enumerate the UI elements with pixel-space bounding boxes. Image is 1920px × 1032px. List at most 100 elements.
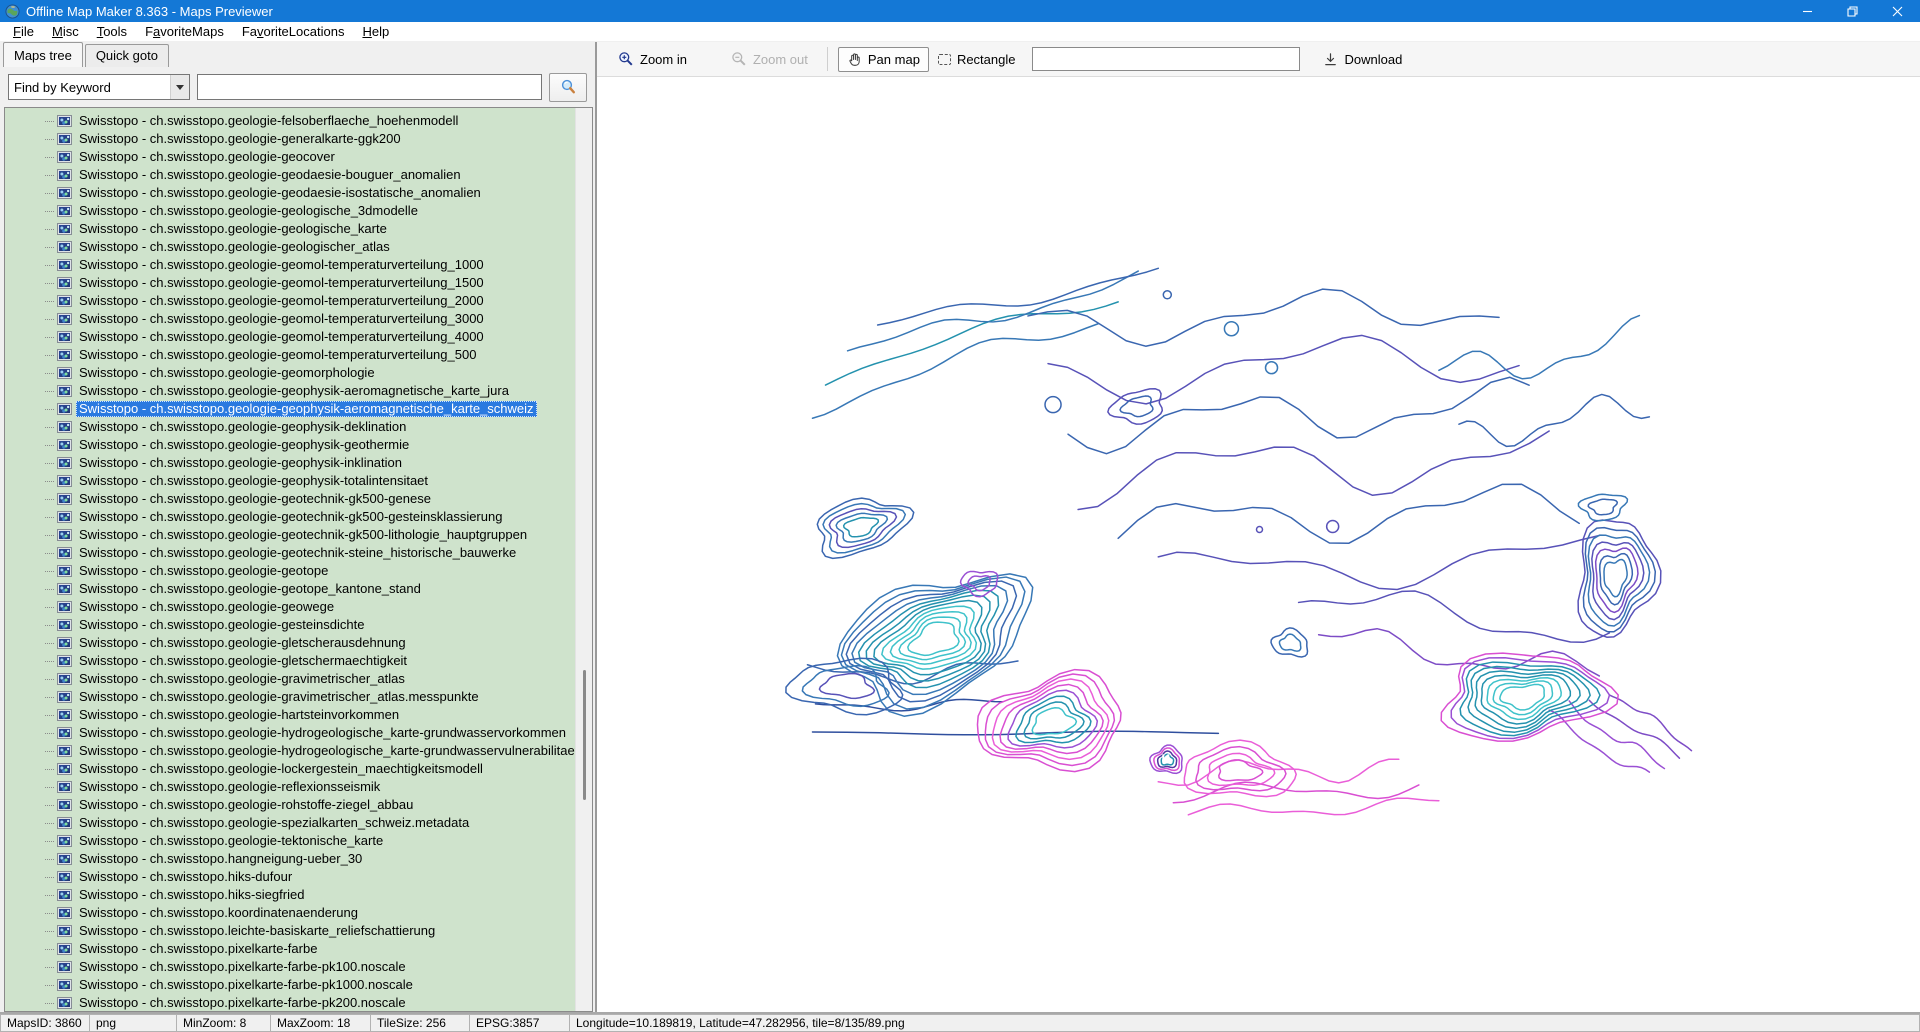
zoom-out-button[interactable]: Zoom out (722, 46, 817, 72)
tree-item[interactable]: Swisstopo - ch.swisstopo.geologie-geoweg… (5, 598, 592, 616)
tree-connector (45, 877, 54, 878)
map-viewport[interactable] (597, 77, 1920, 1012)
tree-item[interactable]: Swisstopo - ch.swisstopo.geologie-hartst… (5, 706, 592, 724)
tree-item[interactable]: Swisstopo - ch.swisstopo.geologie-gletsc… (5, 634, 592, 652)
tree-item[interactable]: Swisstopo - ch.swisstopo.geologie-geomol… (5, 274, 592, 292)
zoom-in-button[interactable]: Zoom in (609, 46, 696, 72)
tree-item-label: Swisstopo - ch.swisstopo.geologie-tekton… (76, 833, 386, 849)
menu-favoritelocations[interactable]: FavoriteLocations (233, 23, 354, 40)
tree-item[interactable]: Swisstopo - ch.swisstopo.geologie-geophy… (5, 400, 592, 418)
tree-item[interactable]: Swisstopo - ch.swisstopo.geologie-gestei… (5, 616, 592, 634)
map-layer-icon (57, 421, 72, 433)
tree-item[interactable]: Swisstopo - ch.swisstopo.geologie-geolog… (5, 238, 592, 256)
tree-item[interactable]: Swisstopo - ch.swisstopo.geologie-geotec… (5, 508, 592, 526)
tree-item[interactable]: Swisstopo - ch.swisstopo.geologie-hydrog… (5, 724, 592, 742)
minimize-button[interactable] (1785, 0, 1830, 22)
menu-help[interactable]: Help (353, 23, 398, 40)
menu-misc[interactable]: Misc (43, 23, 88, 40)
map-layer-icon (57, 565, 72, 577)
menu-file[interactable]: File (4, 23, 43, 40)
app-window: Offline Map Maker 8.363 - Maps Previewer… (0, 0, 1920, 1032)
tree-item[interactable]: Swisstopo - ch.swisstopo.geologie-geophy… (5, 418, 592, 436)
tree-item[interactable]: Swisstopo - ch.swisstopo.pixelkarte-farb… (5, 958, 592, 976)
map-layer-icon (57, 979, 72, 991)
map-layer-icon (57, 223, 72, 235)
tree-item[interactable]: Swisstopo - ch.swisstopo.koordinatenaend… (5, 904, 592, 922)
tree-item[interactable]: Swisstopo - ch.swisstopo.hangneigung-ueb… (5, 850, 592, 868)
tree-item[interactable]: Swisstopo - ch.swisstopo.geologie-locker… (5, 760, 592, 778)
map-layer-icon (57, 655, 72, 667)
tree-item[interactable]: Swisstopo - ch.swisstopo.geologie-geophy… (5, 454, 592, 472)
rectangle-label: Rectangle (957, 52, 1016, 67)
tree-item[interactable]: Swisstopo - ch.swisstopo.geologie-gravim… (5, 670, 592, 688)
tree-item-label: Swisstopo - ch.swisstopo.geologie-geolog… (76, 239, 393, 255)
tree-connector (45, 967, 54, 968)
close-button[interactable] (1875, 0, 1920, 22)
menu-favoritemaps[interactable]: FavoriteMaps (136, 23, 233, 40)
tab-quick-goto[interactable]: Quick goto (85, 44, 169, 67)
toolbar-input[interactable] (1032, 47, 1300, 71)
tree-item[interactable]: Swisstopo - ch.swisstopo.geologie-spezia… (5, 814, 592, 832)
tab-maps-tree[interactable]: Maps tree (3, 42, 83, 67)
search-input[interactable] (197, 74, 542, 100)
tree-item[interactable]: Swisstopo - ch.swisstopo.pixelkarte-farb… (5, 976, 592, 994)
tree-scrollbar-thumb[interactable] (583, 670, 586, 800)
tree-item[interactable]: Swisstopo - ch.swisstopo.pixelkarte-farb… (5, 994, 592, 1012)
tree-item[interactable]: Swisstopo - ch.swisstopo.geologie-geomol… (5, 256, 592, 274)
map-layer-icon (57, 997, 72, 1009)
tree-connector (45, 643, 54, 644)
rectangle-button[interactable]: Rectangle (929, 47, 1025, 72)
tree-item[interactable]: Swisstopo - ch.swisstopo.geologie-geotop… (5, 562, 592, 580)
tree-item[interactable]: Swisstopo - ch.swisstopo.geologie-reflex… (5, 778, 592, 796)
tree-item[interactable]: Swisstopo - ch.swisstopo.geologie-genera… (5, 130, 592, 148)
tree-item[interactable]: Swisstopo - ch.swisstopo.hiks-siegfried (5, 886, 592, 904)
tree-item[interactable]: Swisstopo - ch.swisstopo.geologie-geotec… (5, 490, 592, 508)
tree-item-label: Swisstopo - ch.swisstopo.hangneigung-ueb… (76, 851, 365, 867)
tree-item[interactable]: Swisstopo - ch.swisstopo.geologie-gletsc… (5, 652, 592, 670)
tree-item[interactable]: Swisstopo - ch.swisstopo.geologie-hydrog… (5, 742, 592, 760)
restore-button[interactable] (1830, 0, 1875, 22)
tree-connector (45, 445, 54, 446)
tree-item-label: Swisstopo - ch.swisstopo.geologie-hartst… (76, 707, 402, 723)
tree-item[interactable]: Swisstopo - ch.swisstopo.pixelkarte-farb… (5, 940, 592, 958)
tree-item[interactable]: Swisstopo - ch.swisstopo.geologie-geomol… (5, 292, 592, 310)
tree-item[interactable]: Swisstopo - ch.swisstopo.geologie-felsob… (5, 112, 592, 130)
tree-item[interactable]: Swisstopo - ch.swisstopo.geologie-geolog… (5, 220, 592, 238)
tree-item[interactable]: Swisstopo - ch.swisstopo.geologie-geotec… (5, 526, 592, 544)
find-mode-select[interactable]: Find by Keyword (8, 74, 190, 100)
tree-item[interactable]: Swisstopo - ch.swisstopo.geologie-geomol… (5, 328, 592, 346)
tree-item[interactable]: Swisstopo - ch.swisstopo.geologie-gravim… (5, 688, 592, 706)
tree-item[interactable]: Swisstopo - ch.swisstopo.geologie-geotop… (5, 580, 592, 598)
map-layer-icon (57, 151, 72, 163)
tree-item[interactable]: Swisstopo - ch.swisstopo.geologie-geolog… (5, 202, 592, 220)
tree-connector (45, 589, 54, 590)
tree-item-label: Swisstopo - ch.swisstopo.geologie-gravim… (76, 689, 482, 705)
tree-item[interactable]: Swisstopo - ch.swisstopo.geologie-geomor… (5, 364, 592, 382)
tree-item[interactable]: Swisstopo - ch.swisstopo.geologie-geophy… (5, 382, 592, 400)
tree-item[interactable]: Swisstopo - ch.swisstopo.geologie-tekton… (5, 832, 592, 850)
tree-item[interactable]: Swisstopo - ch.swisstopo.geologie-rohsto… (5, 796, 592, 814)
tree-scrollbar[interactable] (575, 108, 592, 1011)
map-layer-icon (57, 295, 72, 307)
tree-item[interactable]: Swisstopo - ch.swisstopo.geologie-geotec… (5, 544, 592, 562)
tree-item[interactable]: Swisstopo - ch.swisstopo.hiks-dufour (5, 868, 592, 886)
tree-item[interactable]: Swisstopo - ch.swisstopo.geologie-geophy… (5, 436, 592, 454)
tree-item[interactable]: Swisstopo - ch.swisstopo.geologie-geocov… (5, 148, 592, 166)
tree-connector (45, 805, 54, 806)
tree-item[interactable]: Swisstopo - ch.swisstopo.geologie-geophy… (5, 472, 592, 490)
tree-item[interactable]: Swisstopo - ch.swisstopo.geologie-geomol… (5, 346, 592, 364)
combo-dropdown-button[interactable] (170, 75, 189, 99)
tree-item[interactable]: Swisstopo - ch.swisstopo.geologie-geodae… (5, 166, 592, 184)
tree-item[interactable]: Swisstopo - ch.swisstopo.geologie-geomol… (5, 310, 592, 328)
map-layer-icon (57, 709, 72, 721)
tree-item[interactable]: Swisstopo - ch.swisstopo.geologie-geodae… (5, 184, 592, 202)
pan-map-button[interactable]: Pan map (838, 47, 929, 72)
map-layer-icon (57, 583, 72, 595)
tree-item[interactable]: Swisstopo - ch.swisstopo.leichte-basiska… (5, 922, 592, 940)
menu-tools[interactable]: Tools (88, 23, 136, 40)
map-layer-icon (57, 349, 72, 361)
download-button[interactable]: Download (1314, 47, 1411, 72)
search-button[interactable] (549, 73, 587, 102)
status-bar: MapsID: 3860pngMinZoom: 8MaxZoom: 18Tile… (0, 1012, 1920, 1032)
status-segment: Longitude=10.189819, Latitude=47.282956,… (569, 1014, 1920, 1032)
